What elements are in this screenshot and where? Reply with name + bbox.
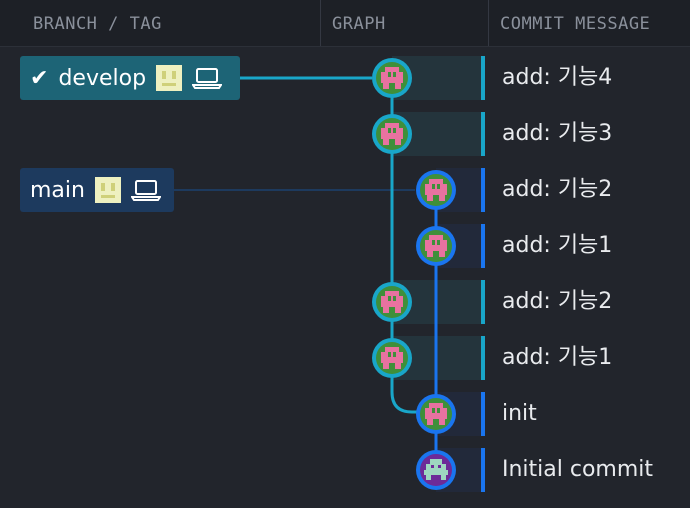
commit-message[interactable]: init bbox=[502, 392, 537, 436]
commit-node bbox=[416, 226, 456, 266]
commit-node bbox=[416, 170, 456, 210]
laptop-icon bbox=[130, 180, 161, 201]
commit-message[interactable]: add: 기능3 bbox=[502, 112, 612, 156]
laptop-icon bbox=[192, 68, 223, 89]
branch-main[interactable]: main bbox=[20, 168, 174, 212]
author-avatar-icon bbox=[156, 65, 183, 91]
branch-name: develop bbox=[58, 65, 147, 91]
checkmark-icon: ✔ bbox=[30, 65, 49, 91]
commit-node bbox=[372, 114, 412, 154]
commit-node bbox=[372, 58, 412, 98]
commit-message[interactable]: add: 기능2 bbox=[502, 280, 612, 324]
commit-node bbox=[416, 394, 456, 434]
initial-commit-node bbox=[416, 450, 456, 490]
commit-message[interactable]: add: 기능1 bbox=[502, 224, 612, 268]
commit-message[interactable]: Initial commit bbox=[502, 448, 653, 492]
author-avatar-icon bbox=[94, 177, 121, 203]
commit-message[interactable]: add: 기능1 bbox=[502, 336, 612, 380]
branch-develop[interactable]: ✔ develop bbox=[20, 56, 240, 100]
commit-message[interactable]: add: 기능2 bbox=[502, 168, 612, 212]
commit-node bbox=[372, 338, 412, 378]
commit-node bbox=[372, 282, 412, 322]
branch-name: main bbox=[30, 177, 85, 203]
commit-message[interactable]: add: 기능4 bbox=[502, 56, 612, 100]
